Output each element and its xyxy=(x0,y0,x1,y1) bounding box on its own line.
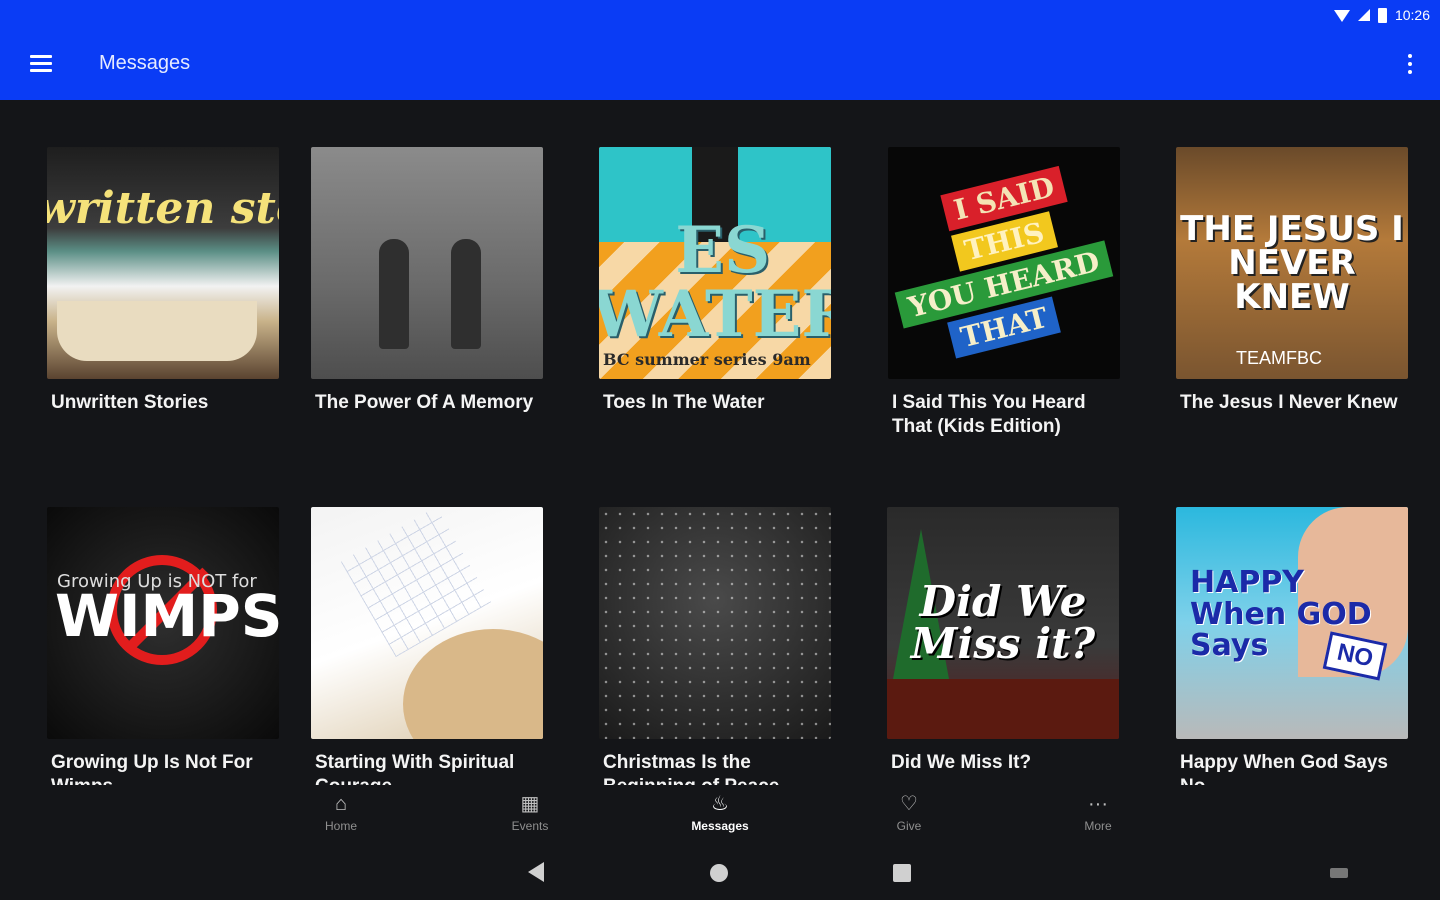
app-bar: Messages xyxy=(0,30,1440,100)
message-card[interactable]: Starting With Spiritual Courage xyxy=(311,507,543,785)
message-card[interactable]: ES WATER BC summer series 9am Toes In Th… xyxy=(599,147,831,415)
artwork-subtitle: TEAMFBC xyxy=(1236,348,1323,368)
page-title: Messages xyxy=(99,52,191,74)
nav-label: More xyxy=(1084,819,1112,833)
message-title[interactable]: Toes In The Water xyxy=(603,391,823,415)
message-title[interactable]: Did We Miss It? xyxy=(891,751,1111,775)
message-title[interactable]: The Jesus I Never Knew xyxy=(1180,391,1400,415)
home-button[interactable] xyxy=(710,864,728,882)
message-thumbnail[interactable]: THE JESUS I NEVER KNEW TEAMFBC xyxy=(1176,147,1408,379)
artwork-subtitle: BC summer series 9am xyxy=(603,350,811,369)
more-horizontal-icon: ··· xyxy=(1088,793,1108,815)
message-card[interactable]: THE JESUS I NEVER KNEW TEAMFBC The Jesus… xyxy=(1176,147,1408,415)
recents-button[interactable] xyxy=(893,864,911,882)
wifi-icon xyxy=(1333,10,1350,22)
artwork-text: WIMPS xyxy=(55,582,279,650)
message-card[interactable]: Did We Miss it? Did We Miss It? xyxy=(887,507,1119,775)
message-thumbnail[interactable]: ES WATER BC summer series 9am xyxy=(599,147,831,379)
back-button[interactable] xyxy=(528,862,544,882)
home-icon: ⌂ xyxy=(334,793,348,815)
message-thumbnail[interactable] xyxy=(311,507,543,739)
heart-icon: ♡ xyxy=(900,793,918,815)
message-card[interactable]: written sto Unwritten Stories xyxy=(47,147,279,415)
artwork-text: written sto xyxy=(47,183,279,234)
nav-messages[interactable]: ♨ Messages xyxy=(680,793,760,833)
battery-icon xyxy=(1377,7,1387,23)
messages-grid: written sto Unwritten Stories The Power … xyxy=(0,100,1440,785)
artwork-text: ES WATER xyxy=(599,213,831,352)
message-card[interactable]: The Power Of A Memory xyxy=(311,147,543,415)
status-bar: 10:26 xyxy=(0,0,1440,30)
message-thumbnail[interactable]: Did We Miss it? xyxy=(887,507,1119,739)
nav-label: Events xyxy=(511,819,549,833)
bottom-navigation: ⌂ Home ▦ Events ♨ Messages ♡ Give ··· Mo… xyxy=(0,785,1440,840)
overflow-menu-icon[interactable] xyxy=(1406,54,1414,76)
hamburger-menu-icon[interactable] xyxy=(30,55,52,73)
nav-events[interactable]: ▦ Events xyxy=(490,793,570,833)
flame-icon: ♨ xyxy=(711,793,729,815)
message-title[interactable]: Happy When God Says No xyxy=(1180,751,1400,785)
message-thumbnail[interactable]: HAPPY When GOD Says NO xyxy=(1176,507,1408,739)
message-thumbnail[interactable] xyxy=(599,507,831,739)
message-card[interactable]: Growing Up is NOT for WIMPS Growing Up I… xyxy=(47,507,279,785)
artwork-text: Did We Miss it? xyxy=(910,577,1096,668)
message-title[interactable]: I Said This You Heard That (Kids Edition… xyxy=(892,391,1112,439)
message-title[interactable]: Growing Up Is Not For Wimps xyxy=(51,751,271,785)
nav-home[interactable]: ⌂ Home xyxy=(301,793,381,833)
system-navigation-bar xyxy=(0,840,1440,900)
message-title[interactable]: Starting With Spiritual Courage xyxy=(315,751,535,785)
message-title[interactable]: Christmas Is the Beginning of Peace xyxy=(603,751,823,785)
book-graphic xyxy=(57,301,257,361)
nav-label: Home xyxy=(324,819,357,833)
nav-more[interactable]: ··· More xyxy=(1058,793,1138,833)
message-card[interactable]: Christmas Is the Beginning of Peace xyxy=(599,507,831,785)
child-figure xyxy=(379,239,409,349)
message-thumbnail[interactable]: written sto xyxy=(47,147,279,379)
keyboard-icon[interactable] xyxy=(1330,868,1348,878)
calendar-icon: ▦ xyxy=(520,793,540,815)
nav-label: Give xyxy=(896,819,922,833)
message-thumbnail[interactable] xyxy=(311,147,543,379)
hat-graphic xyxy=(403,629,543,739)
artwork-text: THE JESUS I NEVER KNEW xyxy=(1180,209,1404,317)
nav-give[interactable]: ♡ Give xyxy=(869,793,949,833)
signal-icon xyxy=(1357,9,1370,21)
message-thumbnail[interactable]: Growing Up is NOT for WIMPS xyxy=(47,507,279,739)
message-title[interactable]: Unwritten Stories xyxy=(51,391,271,415)
status-time: 10:26 xyxy=(1394,7,1430,23)
floor-graphic xyxy=(887,679,1119,739)
message-card[interactable]: HAPPY When GOD Says NO Happy When God Sa… xyxy=(1176,507,1408,785)
message-card[interactable]: I SAID THIS YOU HEARD THAT I Said This Y… xyxy=(888,147,1120,439)
snowfall-graphic xyxy=(599,507,831,739)
message-thumbnail[interactable]: I SAID THIS YOU HEARD THAT xyxy=(888,147,1120,379)
child-figure xyxy=(451,239,481,349)
message-title[interactable]: The Power Of A Memory xyxy=(315,391,535,415)
nav-label: Messages xyxy=(691,819,749,833)
